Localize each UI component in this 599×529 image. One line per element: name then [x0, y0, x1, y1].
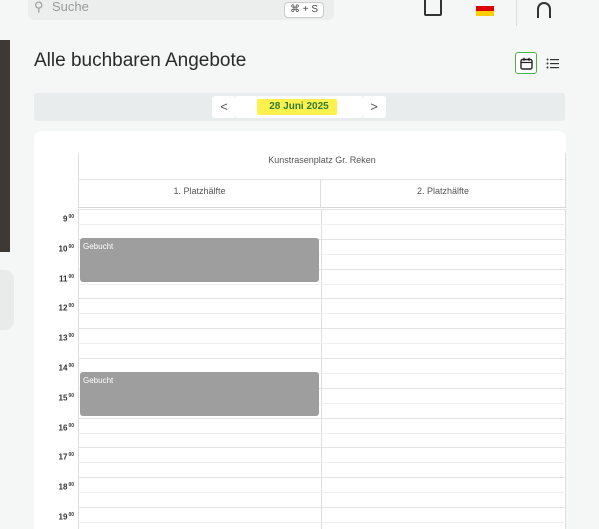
current-date: 28 Juni 2025	[269, 101, 329, 112]
calendar-icon[interactable]	[424, 0, 442, 16]
calendar-grid: 900 1000 1100 1200 1300 1400 1500 1600 1700 1800 1…	[34, 209, 566, 529]
hour-line	[78, 328, 566, 330]
hour-line	[78, 507, 566, 508]
view-toggle	[515, 52, 563, 74]
hour-label: 1000	[58, 243, 74, 254]
hour-line	[78, 477, 566, 479]
top-bar: ⚲ Suche ⌘ + S	[0, 0, 599, 26]
booking-slot[interactable]: Gebucht	[80, 371, 319, 417]
venue-header: Kunstrasenplatz Gr. Reken	[78, 153, 566, 180]
half-hour-line	[78, 521, 566, 523]
hour-line	[78, 209, 566, 210]
booking-label: Gebucht	[83, 241, 114, 251]
column-line	[321, 209, 322, 529]
user-icon[interactable]	[537, 2, 551, 18]
next-day-button[interactable]: >	[362, 96, 386, 118]
shortcut-badge: ⌘ + S	[284, 2, 324, 18]
calendar-view-button[interactable]	[515, 52, 537, 74]
hour-label: 1300	[58, 333, 74, 343]
list-view-button[interactable]	[541, 52, 563, 74]
hour-label: 900	[62, 214, 74, 224]
column-header-2: 2. Platzhälfte	[321, 180, 566, 208]
booking-slot[interactable]: Gebucht	[80, 237, 319, 283]
background-edge-light	[0, 270, 14, 330]
column-header-1: 1. Platzhälfte	[78, 180, 321, 208]
hour-label: 1900	[58, 512, 74, 522]
hour-line	[78, 358, 566, 359]
previous-day-button[interactable]: <	[212, 96, 236, 118]
background-edge	[0, 40, 10, 252]
venue-name: Kunstrasenplatz Gr. Reken	[268, 155, 376, 165]
hour-line	[78, 298, 566, 300]
hour-label: 1800	[58, 482, 74, 492]
half-hour-line	[78, 223, 566, 225]
page-title: Alle buchbaren Angebote	[34, 50, 247, 71]
german-flag-icon[interactable]	[476, 6, 494, 16]
half-hour-line	[78, 462, 566, 464]
calendar-icon	[519, 57, 533, 70]
hour-label: 1100	[58, 273, 74, 284]
hour-label: 1700	[58, 452, 74, 463]
hour-label: 1500	[58, 392, 74, 403]
search-placeholder: Suche	[52, 0, 89, 14]
half-hour-line	[78, 313, 566, 315]
hour-line	[78, 417, 566, 419]
list-icon	[546, 58, 559, 68]
column-line	[565, 209, 566, 529]
hour-label: 1200	[58, 303, 74, 314]
half-hour-line	[78, 432, 566, 434]
booking-label: Gebucht	[83, 375, 114, 385]
half-hour-line	[78, 283, 566, 285]
hour-label: 1600	[58, 422, 74, 433]
date-navigation: < 28 Juni 2025 >	[34, 93, 565, 121]
half-hour-line	[78, 492, 566, 494]
date-display[interactable]: 28 Juni 2025	[236, 96, 362, 118]
column-line	[78, 209, 79, 529]
search-input[interactable]: ⚲ Suche ⌘ + S	[28, 0, 334, 20]
hour-line	[78, 447, 566, 449]
divider	[516, 0, 517, 26]
search-icon: ⚲	[34, 0, 44, 14]
half-hour-line	[78, 343, 566, 345]
hour-label: 1400	[58, 363, 74, 373]
calendar: Kunstrasenplatz Gr. Reken 1. Platzhälfte…	[34, 131, 566, 529]
